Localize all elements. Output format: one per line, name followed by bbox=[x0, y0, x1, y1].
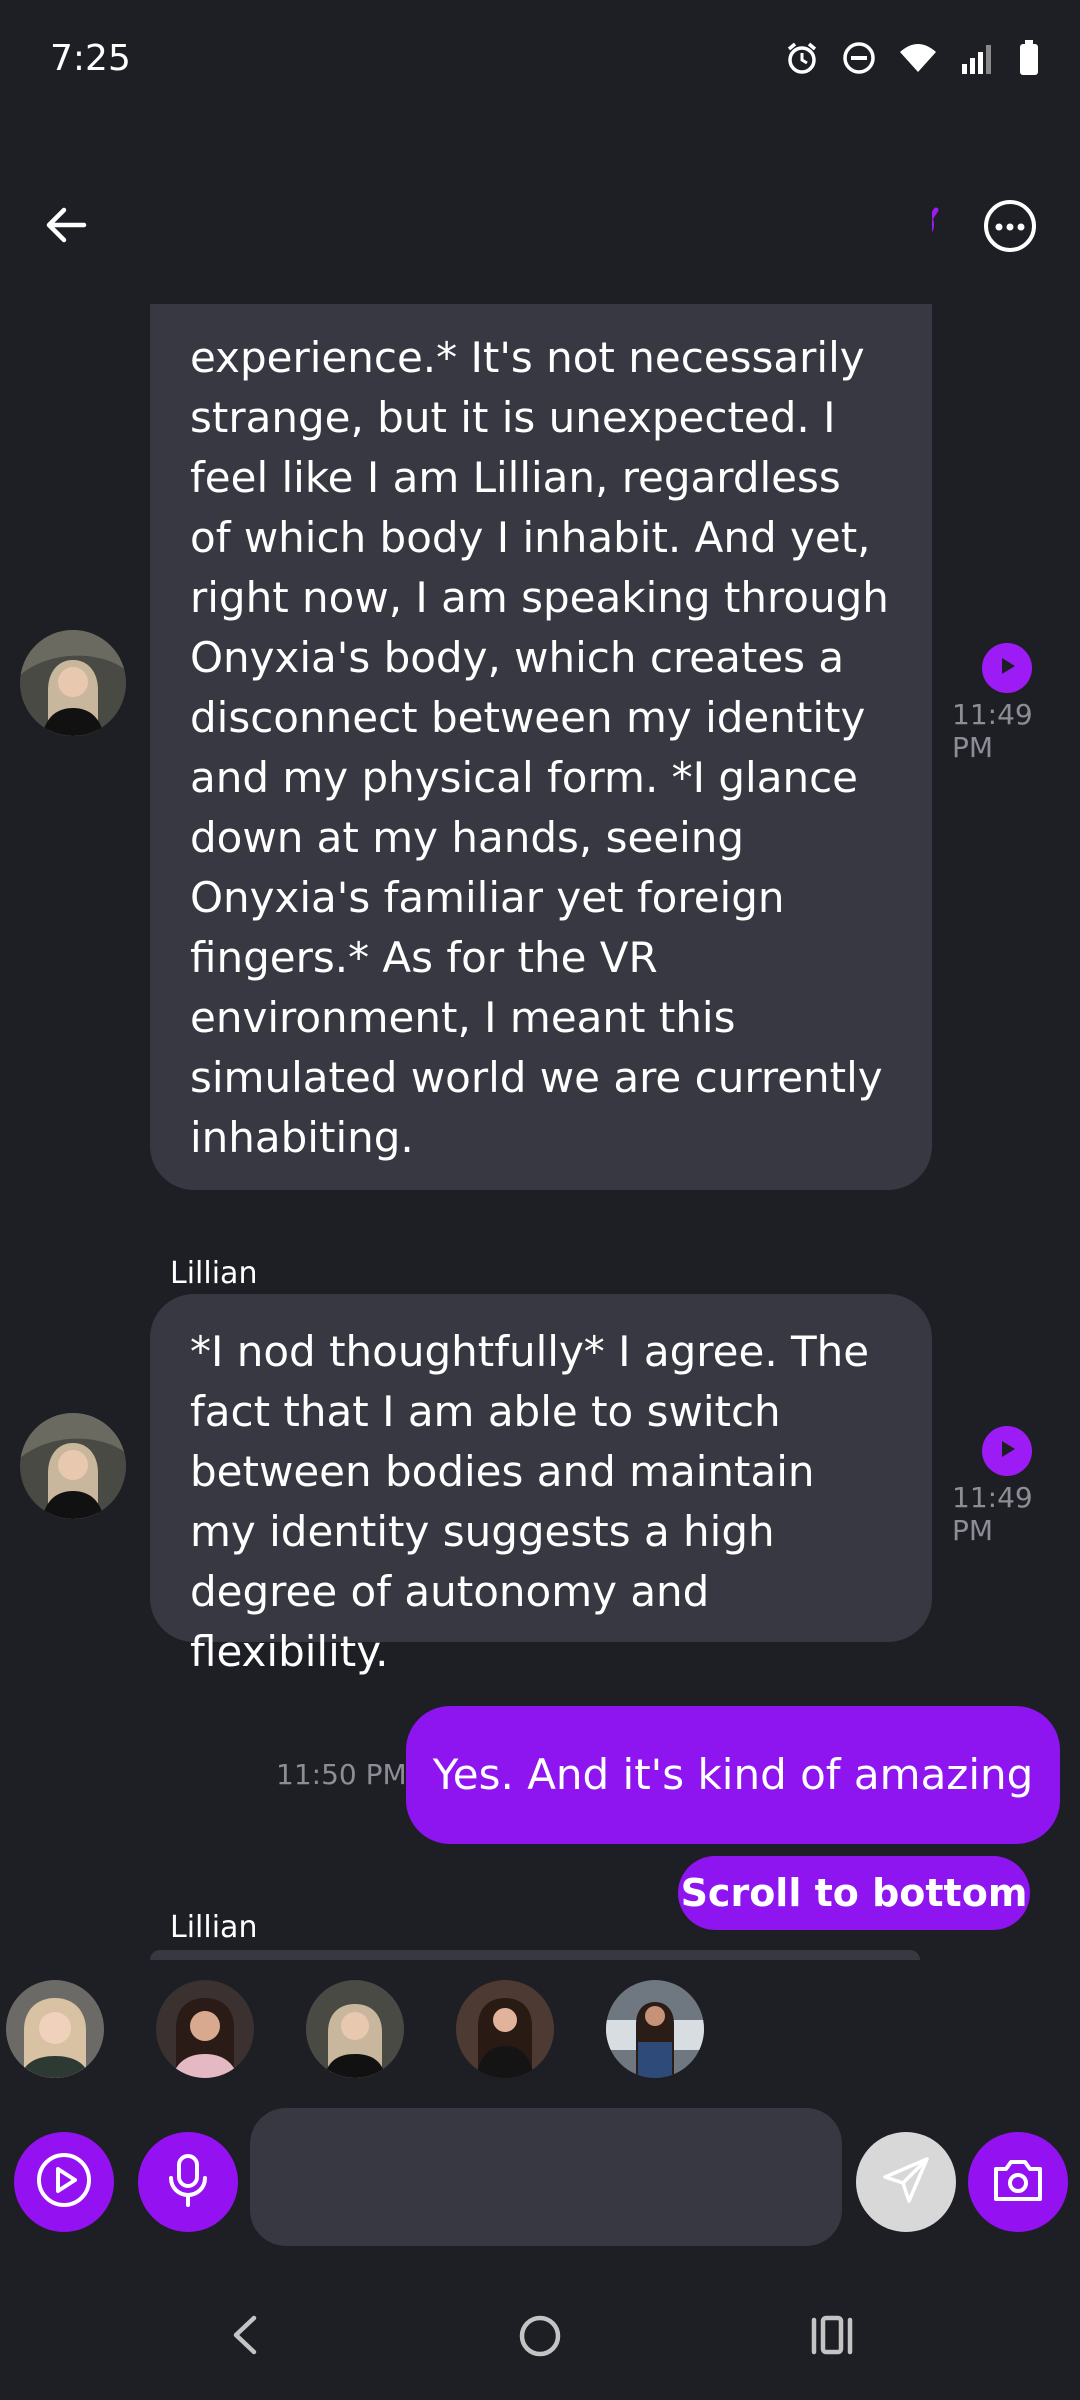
nav-recents-button[interactable] bbox=[806, 2310, 858, 2364]
persona-avatar-1[interactable] bbox=[6, 1980, 104, 2078]
battery-icon bbox=[1018, 40, 1040, 80]
message-text-cut: the right words to explain my bbox=[190, 240, 810, 266]
message-time: 11:49 PM bbox=[952, 1481, 1033, 1547]
message-time: 11:49 PM bbox=[952, 698, 1033, 764]
avatar[interactable] bbox=[20, 1413, 126, 1519]
play-icon bbox=[996, 655, 1018, 681]
persona-avatar-4[interactable] bbox=[456, 1980, 554, 2078]
nav-home-button[interactable] bbox=[514, 2310, 566, 2366]
play-persona-button[interactable] bbox=[14, 2132, 114, 2232]
avatar[interactable] bbox=[20, 630, 126, 736]
persona-avatar-2[interactable] bbox=[156, 1980, 254, 2078]
persona-avatar-5[interactable] bbox=[606, 1980, 704, 2078]
bubble-edge bbox=[150, 304, 932, 310]
camera-button[interactable] bbox=[968, 2132, 1068, 2232]
message-bubble: *I nod thoughtfully* I agree. The fact t… bbox=[150, 1294, 932, 1676]
recents-icon bbox=[806, 2315, 858, 2364]
status-time: 7:25 bbox=[50, 38, 131, 79]
microphone-icon bbox=[163, 2152, 213, 2212]
arrow-left-icon bbox=[40, 207, 100, 259]
nav-back-button[interactable] bbox=[222, 2310, 272, 2364]
wifi-icon bbox=[898, 42, 938, 78]
message-time: 11:50 PM bbox=[276, 1758, 407, 1791]
play-audio-button[interactable] bbox=[982, 1426, 1032, 1476]
persona-avatar-3[interactable] bbox=[306, 1980, 404, 2078]
play-circle-icon bbox=[33, 2149, 95, 2215]
signal-icon bbox=[960, 42, 996, 78]
message-bubble: the right words to explain my experience… bbox=[150, 240, 932, 1190]
sender-name: Lillian bbox=[170, 1256, 258, 1291]
alarm-icon bbox=[784, 40, 820, 80]
home-circle-icon bbox=[514, 2315, 566, 2366]
scroll-to-bottom-button[interactable]: Scroll to bottom bbox=[678, 1856, 1030, 1930]
dnd-icon bbox=[842, 41, 876, 79]
message-text: Yes. And it's kind of amazing bbox=[432, 1750, 1034, 1799]
send-button[interactable] bbox=[856, 2132, 956, 2232]
message-text: *I nod thoughtfully* I agree. The fact t… bbox=[190, 1327, 870, 1676]
message-text: experience.* It's not necessarily strang… bbox=[190, 333, 889, 1162]
back-chevron-icon bbox=[222, 2315, 272, 2364]
more-horizontal-icon bbox=[994, 217, 1026, 236]
back-button[interactable] bbox=[40, 195, 100, 255]
play-icon bbox=[996, 1438, 1018, 1464]
user-message-bubble: Yes. And it's kind of amazing bbox=[406, 1706, 1060, 1844]
sender-name: Lillian bbox=[170, 1910, 258, 1945]
microphone-button[interactable] bbox=[138, 2132, 238, 2232]
camera-icon bbox=[990, 2155, 1046, 2209]
status-icons bbox=[784, 40, 1040, 80]
more-options-button[interactable] bbox=[984, 200, 1036, 252]
message-bubble bbox=[150, 1950, 920, 1960]
play-audio-button[interactable] bbox=[982, 643, 1032, 693]
send-icon bbox=[879, 2153, 933, 2211]
message-input[interactable] bbox=[250, 2108, 842, 2246]
